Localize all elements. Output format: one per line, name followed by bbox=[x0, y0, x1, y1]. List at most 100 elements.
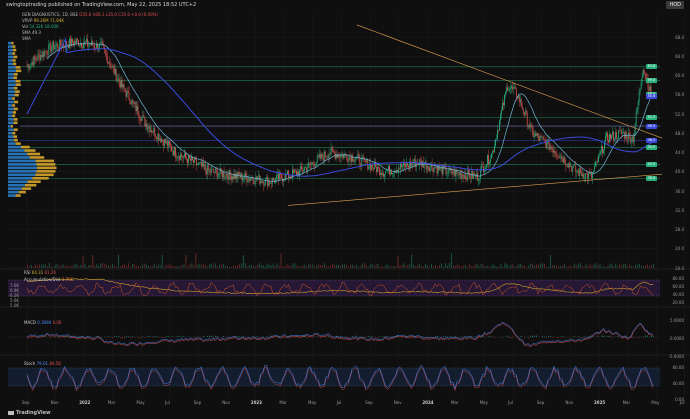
candle-body bbox=[49, 43, 51, 45]
macd-hist-bar bbox=[244, 337, 246, 338]
volume-bar bbox=[534, 265, 536, 268]
vrvp-label[interactable]: VRVP bbox=[22, 18, 32, 23]
tradingview-logo[interactable]: TradingView bbox=[8, 410, 51, 416]
candle-body bbox=[543, 138, 545, 140]
candle-body bbox=[241, 173, 243, 181]
candle-body bbox=[273, 177, 275, 181]
candle-body bbox=[148, 126, 150, 128]
candle-body bbox=[275, 178, 277, 183]
candle-body bbox=[304, 167, 306, 168]
volume-bar bbox=[567, 266, 569, 268]
candle-body bbox=[39, 54, 41, 61]
macd-hist-bar bbox=[492, 336, 494, 337]
volume-bar bbox=[591, 265, 593, 268]
candle-body bbox=[384, 174, 385, 177]
time-tick: 2023 bbox=[250, 400, 262, 405]
candle-body bbox=[182, 156, 183, 158]
volume-bar bbox=[522, 265, 524, 268]
candle-body bbox=[250, 179, 252, 181]
candle-body bbox=[489, 162, 490, 165]
candle-body bbox=[183, 156, 184, 158]
candle-body bbox=[311, 162, 313, 164]
volume-bar bbox=[498, 266, 500, 268]
volume-bar bbox=[635, 265, 637, 268]
candle-body bbox=[47, 53, 49, 55]
volume-profile-bar bbox=[15, 79, 21, 83]
volume-label[interactable]: Vol bbox=[22, 24, 28, 29]
volume-bar bbox=[60, 264, 62, 268]
macd-hist-bar bbox=[534, 335, 536, 337]
time-axis[interactable]: Sep Nov 2022 Mar May Jul Sep Nov 2023 Mar May Jul Se… bbox=[0, 400, 690, 410]
volume-bar bbox=[151, 265, 153, 268]
macd-hist-bar bbox=[528, 337, 530, 339]
volume-bar bbox=[270, 265, 272, 268]
volume-bar bbox=[413, 264, 415, 268]
candle-body bbox=[132, 99, 134, 102]
volume-bar bbox=[284, 266, 286, 268]
macd-hist-bar bbox=[581, 337, 583, 339]
macd-label[interactable]: MACD bbox=[24, 320, 36, 325]
volume-bar bbox=[625, 263, 627, 268]
sma-slow-label[interactable]: SMA bbox=[22, 36, 158, 42]
price-tick: 36.0 bbox=[675, 188, 684, 194]
time-tick: Mar bbox=[451, 400, 459, 405]
volume-bar bbox=[306, 266, 308, 268]
macd-hist-bar bbox=[203, 335, 205, 337]
macd-hist-bar bbox=[490, 337, 492, 338]
time-tick: Jul bbox=[679, 400, 685, 405]
macd-hist-bar bbox=[454, 336, 456, 337]
volume-bar bbox=[530, 263, 532, 268]
volume-bar bbox=[462, 265, 464, 268]
price-chart[interactable] bbox=[0, 0, 690, 419]
candle-body bbox=[332, 149, 334, 153]
candle-body bbox=[246, 176, 248, 183]
symbol-info[interactable]: GEN DIAGNOSTICS, 1D, BSE bbox=[22, 12, 79, 17]
time-tick: Mar bbox=[622, 400, 631, 405]
candle-body bbox=[213, 172, 215, 173]
stoch-label[interactable]: Stoch bbox=[24, 361, 35, 366]
candle-body bbox=[209, 169, 211, 173]
candle-body bbox=[365, 159, 367, 163]
volume-profile-bar bbox=[36, 163, 56, 166]
volume-bar bbox=[357, 266, 359, 268]
macd-hist-bar bbox=[68, 337, 70, 339]
macd-hist-bar bbox=[609, 335, 611, 337]
time-tick: Jul bbox=[165, 400, 170, 405]
volume-bar bbox=[536, 264, 538, 268]
candle-body bbox=[433, 167, 435, 172]
volume-bar bbox=[68, 266, 70, 268]
volume-bar bbox=[510, 264, 512, 268]
volume-bar bbox=[629, 264, 631, 268]
candle-body bbox=[556, 154, 558, 157]
volume-profile-bar bbox=[13, 138, 18, 142]
candle-body bbox=[536, 133, 538, 136]
volume-bar bbox=[446, 265, 448, 268]
candle-body bbox=[372, 164, 374, 168]
price-tick: 60.0 bbox=[675, 73, 684, 78]
volume-bar bbox=[244, 263, 246, 268]
macd-hist-bar bbox=[137, 337, 139, 339]
macd-hist-bar bbox=[601, 335, 603, 337]
ad-label[interactable]: Accumulation/Dist bbox=[24, 277, 60, 282]
candle-body bbox=[528, 124, 530, 128]
macd-value: 0.3084 bbox=[37, 320, 52, 325]
candle-body bbox=[643, 69, 645, 73]
candle-body bbox=[99, 42, 101, 44]
volume-bar bbox=[296, 265, 298, 268]
volume-bar bbox=[589, 263, 591, 268]
candle-body bbox=[390, 171, 391, 175]
candle-body bbox=[193, 159, 194, 163]
volume-bar bbox=[581, 265, 583, 268]
candle-body bbox=[205, 169, 207, 175]
volume-profile-bar bbox=[8, 170, 37, 173]
volume-bar bbox=[254, 266, 256, 268]
volume-profile-bar bbox=[24, 149, 36, 152]
candle-body bbox=[587, 173, 589, 179]
candle-body bbox=[29, 66, 31, 69]
volume-bar bbox=[106, 264, 108, 268]
candle-body bbox=[46, 51, 48, 54]
indicator-tick: 80.00 bbox=[672, 365, 684, 370]
volume-bar bbox=[159, 265, 161, 268]
time-tick: 2024 bbox=[422, 400, 434, 405]
rsi-label[interactable]: RSI bbox=[24, 270, 31, 275]
